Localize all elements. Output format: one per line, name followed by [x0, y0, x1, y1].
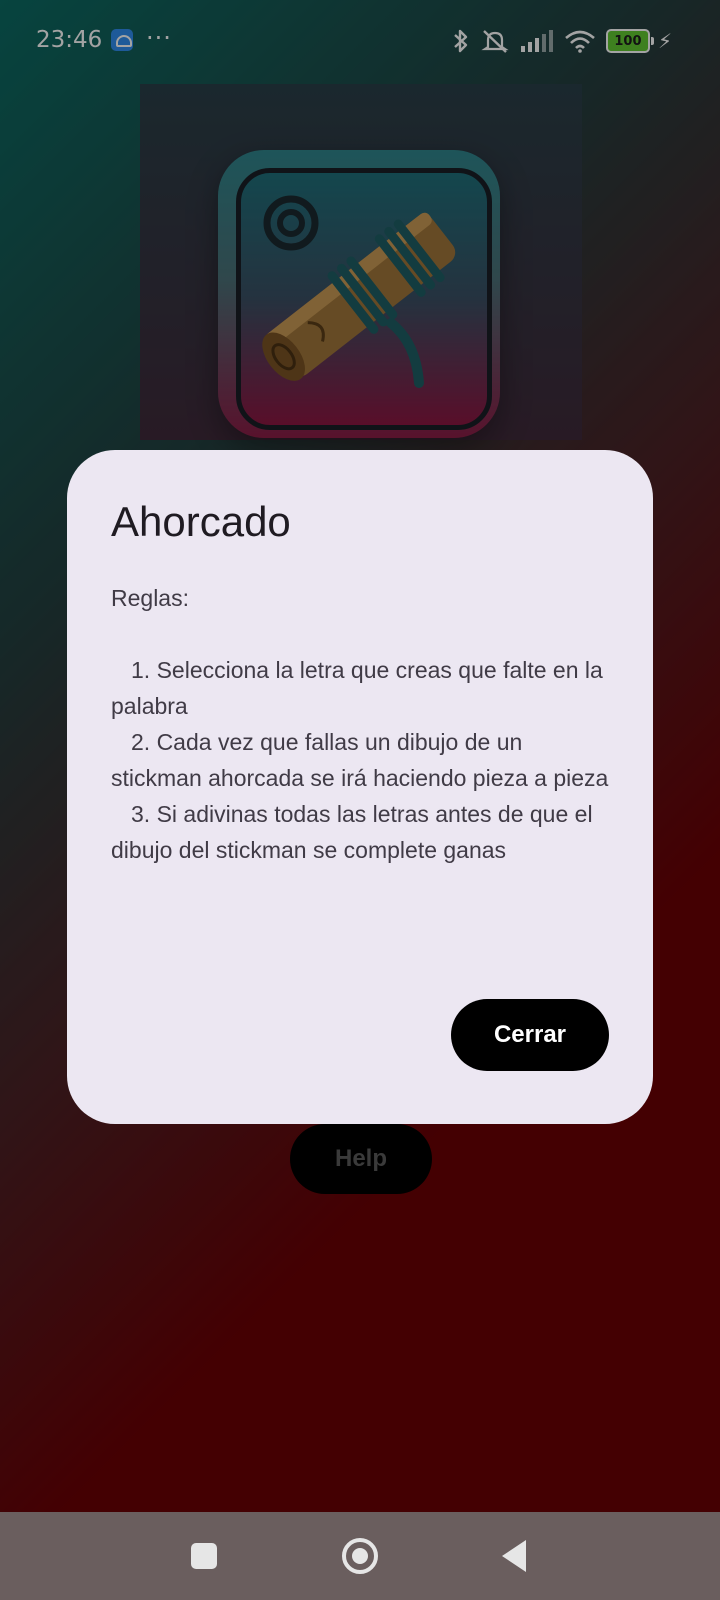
back-icon[interactable] [502, 1540, 526, 1572]
rule-item: 3. Si adivinas todas las letras antes de… [111, 801, 593, 863]
dialog-title: Ahorcado [111, 498, 291, 545]
recent-apps-icon[interactable] [191, 1543, 217, 1569]
dialog-body: Reglas: 1. Selecciona la letra que creas… [111, 580, 611, 868]
rule-item: 1. Selecciona la letra que creas que fal… [111, 657, 603, 719]
rules-dialog: Ahorcado Reglas: 1. Selecciona la letra … [67, 450, 653, 1124]
navigation-bar [0, 1512, 720, 1600]
close-button[interactable]: Cerrar [451, 999, 609, 1071]
rule-item: 2. Cada vez que fallas un dibujo de un s… [111, 729, 609, 791]
rules-label: Reglas: [111, 585, 189, 611]
home-icon[interactable] [342, 1538, 378, 1574]
